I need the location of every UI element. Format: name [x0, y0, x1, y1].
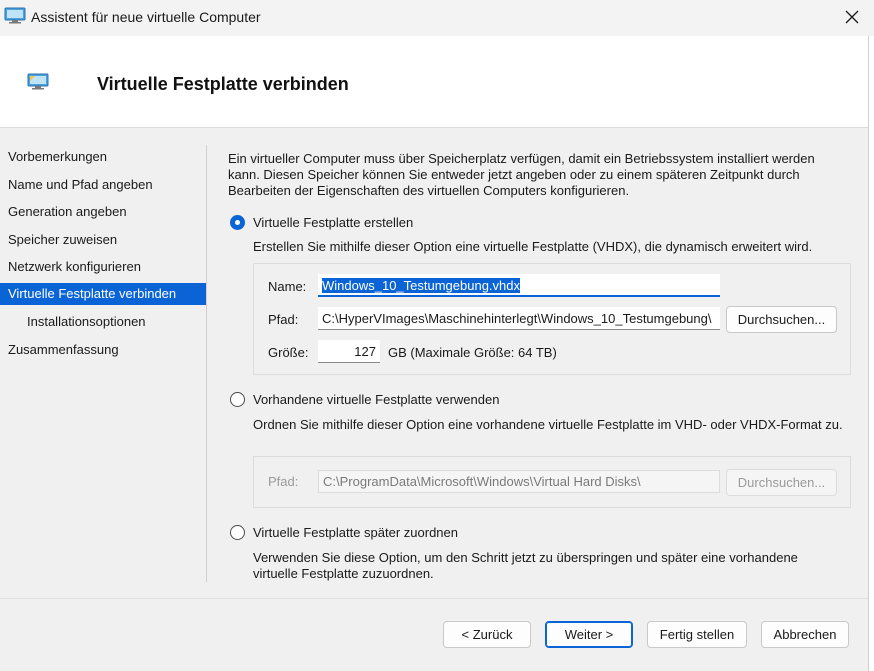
option-create-description: Erstellen Sie mithilfe dieser Option ein… [253, 239, 813, 254]
back-button[interactable]: < Zurück [443, 621, 531, 648]
nav-item-name-pfad[interactable]: Name und Pfad angeben [0, 174, 206, 196]
option-later-label[interactable]: Virtuelle Festplatte später zuordnen [253, 525, 458, 540]
browse-button[interactable]: Durchsuchen... [726, 306, 837, 333]
footer-divider [0, 598, 868, 599]
option-existing-description: Ordnen Sie mithilfe dieser Option eine v… [253, 417, 843, 432]
page-title: Virtuelle Festplatte verbinden [97, 74, 349, 94]
nav-item-generation[interactable]: Generation angeben [0, 201, 206, 223]
window-title: Assistent für neue virtuelle Computer [31, 9, 261, 25]
hyperv-monitor-icon [4, 7, 26, 24]
next-button[interactable]: Weiter > [545, 621, 633, 648]
finish-button[interactable]: Fertig stellen [647, 621, 747, 648]
nav-item-zusammenfassung[interactable]: Zusammenfassung [0, 339, 206, 361]
size-unit-text: GB (Maximale Größe: 64 TB) [388, 345, 557, 360]
nav-item-speicher[interactable]: Speicher zuweisen [0, 229, 206, 251]
radio-existing-disk[interactable] [230, 392, 245, 407]
path-label: Pfad: [268, 312, 299, 327]
hyperv-monitor-icon [27, 73, 49, 90]
close-button[interactable] [830, 0, 874, 34]
path-input[interactable]: C:\HyperVImages\Maschinehinterlegt\Windo… [318, 307, 720, 330]
close-icon [845, 10, 859, 24]
nav-item-vorbemerkungen[interactable]: Vorbemerkungen [0, 146, 206, 168]
size-input[interactable]: 127 [318, 340, 380, 363]
radio-create-disk[interactable] [230, 215, 245, 230]
option-later-description: Verwenden Sie diese Option, um den Schri… [253, 550, 798, 581]
nav-divider [206, 145, 207, 582]
existing-path-label: Pfad: [268, 474, 299, 489]
option-existing-label[interactable]: Vorhandene virtuelle Festplatte verwende… [253, 392, 499, 407]
option-create-label[interactable]: Virtuelle Festplatte erstellen [253, 215, 413, 230]
size-label: Größe: [268, 345, 309, 360]
nav-item-installationsoptionen[interactable]: Installationsoptionen [0, 311, 206, 333]
nav-item-festplatte[interactable]: Virtuelle Festplatte verbinden [0, 283, 206, 305]
wizard-header: Virtuelle Festplatte verbinden [0, 36, 868, 128]
window-edge [868, 36, 874, 671]
cancel-button[interactable]: Abbrechen [761, 621, 849, 648]
existing-browse-button[interactable]: Durchsuchen... [726, 469, 837, 496]
name-input[interactable]: Windows_10_Testumgebung.vhdx [318, 274, 720, 297]
name-input-value: Windows_10_Testumgebung.vhdx [322, 278, 521, 293]
intro-text: Ein virtueller Computer muss über Speich… [228, 151, 815, 198]
title-bar: Assistent für neue virtuelle Computer [0, 0, 874, 36]
nav-item-netzwerk[interactable]: Netzwerk konfigurieren [0, 256, 206, 278]
name-label: Name: [268, 279, 307, 294]
radio-later-disk[interactable] [230, 525, 245, 540]
existing-path-input[interactable]: C:\ProgramData\Microsoft\Windows\Virtual… [318, 470, 720, 493]
